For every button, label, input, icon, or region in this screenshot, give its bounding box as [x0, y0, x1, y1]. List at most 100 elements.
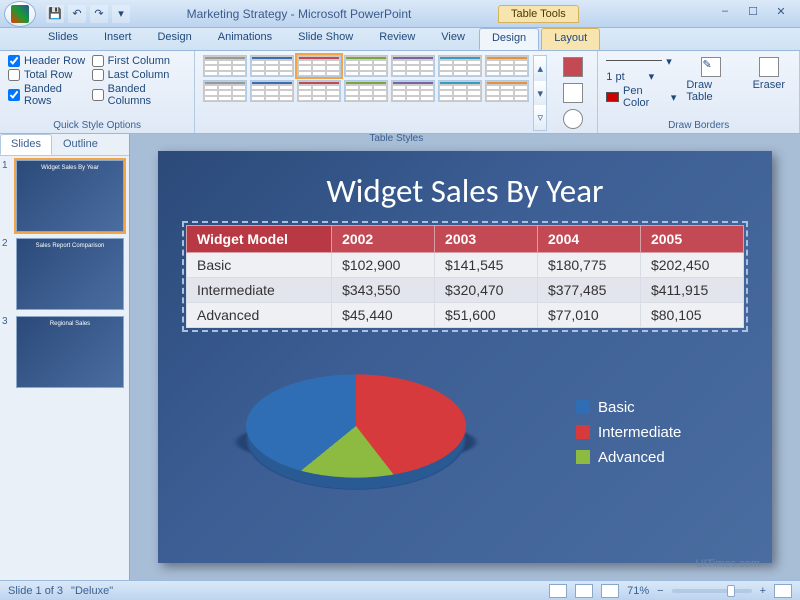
check-banded-rows[interactable]: Banded Rows: [8, 83, 88, 107]
table-cell: Advanced: [187, 303, 332, 328]
group-label: Quick Style Options: [8, 118, 186, 131]
table-style-thumb[interactable]: [344, 55, 388, 77]
slide-title: Widget Sales By Year: [326, 171, 603, 211]
zoom-in-button[interactable]: +: [760, 585, 766, 597]
pie-chart[interactable]: [226, 342, 526, 522]
table-style-thumb[interactable]: [297, 55, 341, 77]
tab-slideshow[interactable]: Slide Show: [286, 28, 365, 50]
tab-design[interactable]: Design: [145, 28, 203, 50]
check-header-row[interactable]: Header Row: [8, 55, 88, 67]
chevron-down-icon: ▾: [534, 81, 546, 106]
context-tab-group: Table Tools: [498, 5, 579, 23]
redo-icon[interactable]: ↷: [90, 5, 108, 23]
table-cell: $320,470: [435, 278, 538, 303]
office-button[interactable]: [4, 1, 36, 27]
tab-insert[interactable]: Insert: [92, 28, 144, 50]
office-logo-icon: [11, 5, 29, 23]
title-bar: 💾 ↶ ↷ ▾ Marketing Strategy - Microsoft P…: [0, 0, 800, 28]
check-first-column[interactable]: First Column: [92, 55, 187, 67]
tab-table-design[interactable]: Design: [479, 28, 539, 50]
fit-window-button[interactable]: [774, 584, 792, 598]
table-style-thumb[interactable]: [438, 80, 482, 102]
table-style-thumb[interactable]: [391, 55, 435, 77]
maximize-button[interactable]: ☐: [742, 5, 764, 23]
check-last-column[interactable]: Last Column: [92, 69, 187, 81]
table-style-thumb[interactable]: [203, 55, 247, 77]
tab-animations[interactable]: Animations: [206, 28, 284, 50]
draw-table-button[interactable]: ✎Draw Table: [680, 55, 742, 118]
table-header: 2002: [332, 226, 435, 253]
group-table-styles: ▴▾▿ Table Styles: [195, 51, 598, 133]
table-cell: $180,775: [538, 253, 641, 278]
minimize-button[interactable]: –: [714, 5, 736, 23]
undo-icon[interactable]: ↶: [68, 5, 86, 23]
effects-icon: [563, 109, 583, 129]
window-controls: – ☐ ✕: [714, 5, 792, 23]
legend-swatch-icon: [576, 450, 590, 464]
slide-thumbnail[interactable]: Sales Report Comparison: [16, 238, 124, 310]
pen-color-dropdown[interactable]: Pen Color▾: [606, 85, 676, 109]
close-button[interactable]: ✕: [770, 5, 792, 23]
zoom-out-button[interactable]: −: [657, 585, 663, 597]
table-cell: $377,485: [538, 278, 641, 303]
view-sorter-button[interactable]: [575, 584, 593, 598]
sales-table[interactable]: Widget Model2002200320042005 Basic$102,9…: [186, 225, 744, 328]
eraser-button[interactable]: Eraser: [747, 55, 791, 118]
save-icon[interactable]: 💾: [46, 5, 64, 23]
shading-button[interactable]: [557, 55, 589, 79]
border-weight-dropdown[interactable]: 1 pt▾: [606, 70, 676, 83]
pencil-icon: ✎: [701, 57, 721, 77]
border-style-dropdown[interactable]: ▾: [606, 55, 676, 68]
table-row: Intermediate$343,550$320,470$377,485$411…: [187, 278, 744, 303]
check-banded-columns[interactable]: Banded Columns: [92, 83, 187, 107]
slide-thumbnail[interactable]: Regional Sales: [16, 316, 124, 388]
zoom-level: 71%: [627, 585, 649, 597]
panel-tab-slides[interactable]: Slides: [0, 134, 52, 155]
view-slideshow-button[interactable]: [601, 584, 619, 598]
table-style-thumb[interactable]: [438, 55, 482, 77]
table-cell: $141,545: [435, 253, 538, 278]
table-cell: $102,900: [332, 253, 435, 278]
table-row: Advanced$45,440$51,600$77,010$80,105: [187, 303, 744, 328]
table-style-thumb[interactable]: [297, 80, 341, 102]
pie-icon: [246, 374, 466, 477]
slide-thumbnail[interactable]: Widget Sales By Year: [16, 160, 124, 232]
qat-dropdown-icon[interactable]: ▾: [112, 5, 130, 23]
table-style-thumb[interactable]: [344, 80, 388, 102]
eraser-icon: [759, 57, 779, 77]
panel-tab-outline[interactable]: Outline: [52, 134, 109, 155]
table-style-thumb[interactable]: [485, 55, 529, 77]
watermark: UITimes.com: [696, 558, 760, 570]
table-header: 2005: [640, 226, 743, 253]
tab-slides[interactable]: Slides: [36, 28, 90, 50]
table-style-thumb[interactable]: [203, 80, 247, 102]
tab-view[interactable]: View: [429, 28, 477, 50]
table-cell: Intermediate: [187, 278, 332, 303]
legend-item: Advanced: [576, 449, 681, 466]
slide[interactable]: Widget Sales By Year Widget Model2002200…: [158, 151, 772, 563]
slide-canvas-area: Widget Sales By Year Widget Model2002200…: [130, 134, 800, 580]
table-style-thumb[interactable]: [250, 55, 294, 77]
borders-button[interactable]: [557, 81, 589, 105]
style-gallery[interactable]: [203, 55, 529, 131]
table-cell: $45,440: [332, 303, 435, 328]
table-style-thumb[interactable]: [485, 80, 529, 102]
table-cell: Basic: [187, 253, 332, 278]
legend-item: Basic: [576, 399, 681, 416]
window-title: Marketing Strategy - Microsoft PowerPoin…: [130, 7, 468, 21]
status-bar: Slide 1 of 3 "Deluxe" 71% − +: [0, 580, 800, 600]
pen-swatch-icon: [606, 92, 619, 102]
tab-table-layout[interactable]: Layout: [541, 28, 600, 50]
table-cell: $51,600: [435, 303, 538, 328]
table-style-thumb[interactable]: [250, 80, 294, 102]
tab-review[interactable]: Review: [367, 28, 427, 50]
gallery-spinner[interactable]: ▴▾▿: [533, 55, 547, 131]
check-total-row[interactable]: Total Row: [8, 69, 88, 81]
legend-swatch-icon: [576, 400, 590, 414]
table-style-thumb[interactable]: [391, 80, 435, 102]
workspace: Slides Outline 1Widget Sales By Year2Sal…: [0, 134, 800, 580]
effects-button[interactable]: [557, 107, 589, 131]
zoom-slider[interactable]: [672, 589, 752, 593]
view-normal-button[interactable]: [549, 584, 567, 598]
table-cell: $77,010: [538, 303, 641, 328]
